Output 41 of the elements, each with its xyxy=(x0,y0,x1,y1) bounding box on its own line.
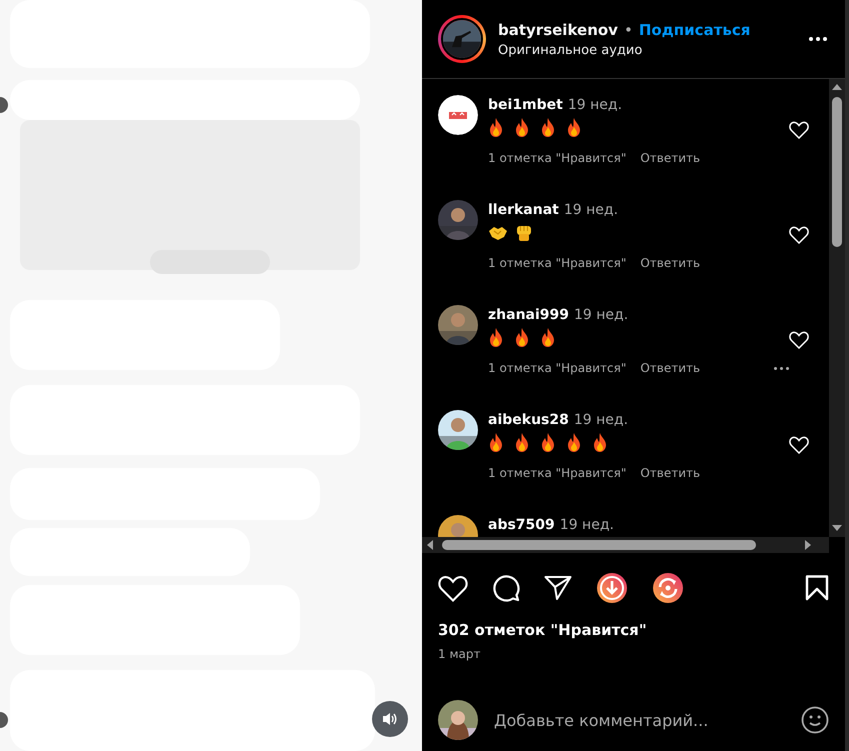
username[interactable]: batyrseikenov xyxy=(498,20,618,38)
comment-icon[interactable] xyxy=(492,574,520,602)
story-ring-avatar[interactable] xyxy=(438,15,486,63)
comment-time: 19 нед. xyxy=(568,97,622,113)
comment-likes[interactable]: 1 отметка "Нравится" xyxy=(488,466,626,480)
comment-input[interactable]: Добавьте комментарий... xyxy=(494,710,785,730)
reply-link[interactable]: Ответить xyxy=(640,256,700,270)
comment-username[interactable]: zhanai999 xyxy=(488,307,569,323)
heart-icon[interactable] xyxy=(789,226,809,244)
separator-dot: • xyxy=(624,20,633,38)
download-icon[interactable] xyxy=(596,572,628,604)
comment-likes[interactable]: 1 отметка "Нравится" xyxy=(488,256,626,270)
comment-username[interactable]: llerkanat xyxy=(488,202,559,218)
comment-time: 19 нед. xyxy=(574,412,628,428)
heart-icon[interactable] xyxy=(789,436,809,454)
comment-likes[interactable]: 1 отметка "Нравится" xyxy=(488,361,626,375)
reply-link[interactable]: Ответить xyxy=(640,466,700,480)
emoji-icon[interactable] xyxy=(801,706,829,734)
comment-likes[interactable]: 1 отметка "Нравится" xyxy=(488,151,626,165)
comment-username[interactable]: abs7509 xyxy=(488,517,555,533)
heart-icon[interactable] xyxy=(789,121,809,139)
comment-username[interactable]: bei1mbet xyxy=(488,97,563,113)
horizontal-scrollbar[interactable] xyxy=(422,537,829,553)
reply-link[interactable]: Ответить xyxy=(640,361,700,375)
follow-link[interactable]: Подписаться xyxy=(638,20,750,38)
send-icon[interactable] xyxy=(544,575,572,601)
comment-username[interactable]: aibekus28 xyxy=(488,412,569,428)
likes-count[interactable]: 302 отметок "Нравится" xyxy=(422,615,845,639)
post-date: 1 март xyxy=(437,646,482,661)
heart-icon[interactable] xyxy=(789,331,809,349)
comment-time: 19 нед. xyxy=(564,202,618,218)
logo-icon xyxy=(438,95,478,135)
audio-link[interactable]: Оригинальное аудио xyxy=(498,42,795,58)
bookmark-icon[interactable] xyxy=(805,575,829,601)
like-icon[interactable] xyxy=(438,574,468,602)
reply-link[interactable]: Ответить xyxy=(640,151,700,165)
vertical-scrollbar[interactable] xyxy=(829,79,845,537)
comment-time: 19 нед. xyxy=(574,307,628,323)
speaker-icon xyxy=(382,712,398,726)
repost-icon[interactable] xyxy=(652,572,684,604)
comment-time: 19 нед. xyxy=(560,517,614,533)
